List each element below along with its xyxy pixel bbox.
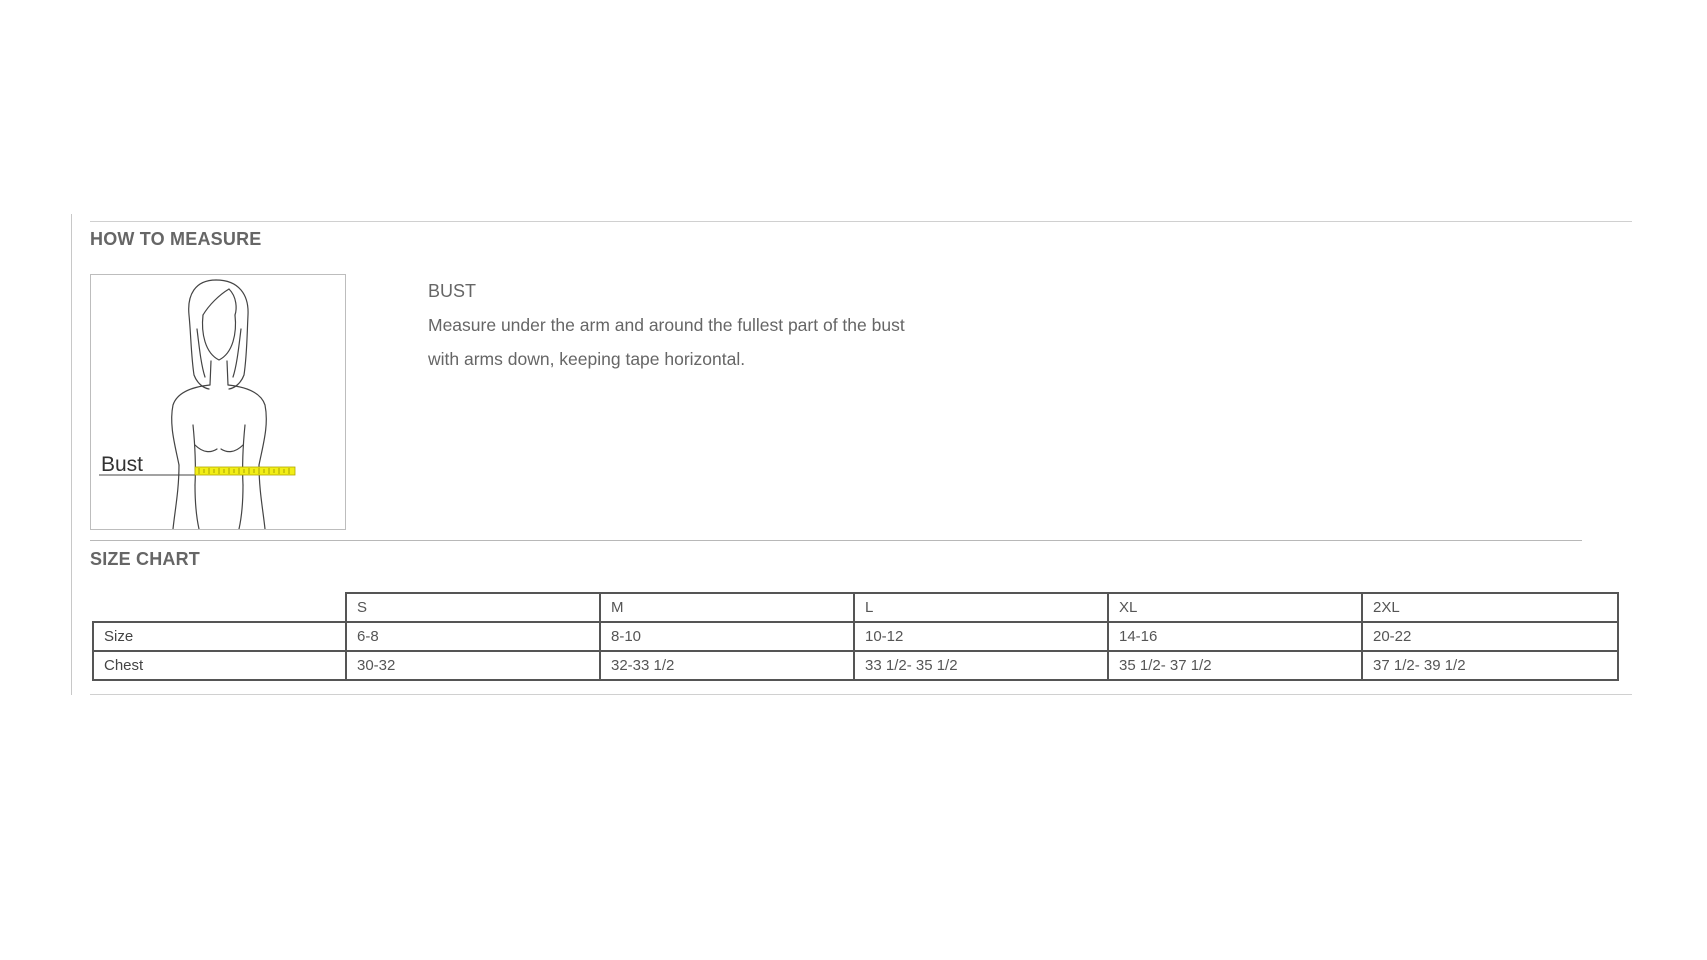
bottom-divider [90, 694, 1632, 695]
table-cell: 35 1/2- 37 1/2 [1107, 650, 1363, 681]
table-cell: 10-12 [853, 621, 1109, 652]
bust-measure-illustration: Bust [90, 274, 346, 530]
tape-measure-icon [194, 466, 296, 476]
row-label-size: Size [92, 621, 347, 652]
how-to-measure-title: HOW TO MEASURE [90, 229, 262, 249]
table-cell: 8-10 [599, 621, 855, 652]
size-chart-title: SIZE CHART [90, 549, 200, 569]
column-header-xl: XL [1107, 592, 1363, 623]
left-divider [71, 214, 72, 695]
table-cell: 20-22 [1361, 621, 1619, 652]
table-cell: 33 1/2- 35 1/2 [853, 650, 1109, 681]
column-header-l: L [853, 592, 1109, 623]
table-cell: 6-8 [345, 621, 601, 652]
table-header-row: S M L XL 2XL [92, 592, 1619, 623]
bust-illustration-label: Bust [101, 453, 144, 476]
column-header-m: M [599, 592, 855, 623]
table-cell: 14-16 [1107, 621, 1363, 652]
row-label-chest: Chest [92, 650, 347, 681]
table-cell: 37 1/2- 39 1/2 [1361, 650, 1619, 681]
column-header-s: S [345, 592, 601, 623]
section-divider [90, 540, 1582, 541]
table-row: Size 6-8 8-10 10-12 14-16 20-22 [92, 621, 1619, 652]
figure-outline-icon [99, 279, 296, 529]
instruction-line-1: Measure under the arm and around the ful… [428, 315, 905, 335]
table-row: Chest 30-32 32-33 1/2 33 1/2- 35 1/2 35 … [92, 650, 1619, 681]
table-cell: 32-33 1/2 [599, 650, 855, 681]
instruction-line-2: with arms down, keeping tape horizontal. [428, 349, 746, 369]
bust-heading: BUST [428, 281, 477, 301]
top-divider [90, 221, 1632, 222]
column-header-2xl: 2XL [1361, 592, 1619, 623]
table-cell: 30-32 [345, 650, 601, 681]
size-chart-table: S M L XL 2XL Size 6-8 8-10 10-12 14-16 2… [92, 592, 1619, 681]
table-corner-cell [92, 592, 347, 623]
